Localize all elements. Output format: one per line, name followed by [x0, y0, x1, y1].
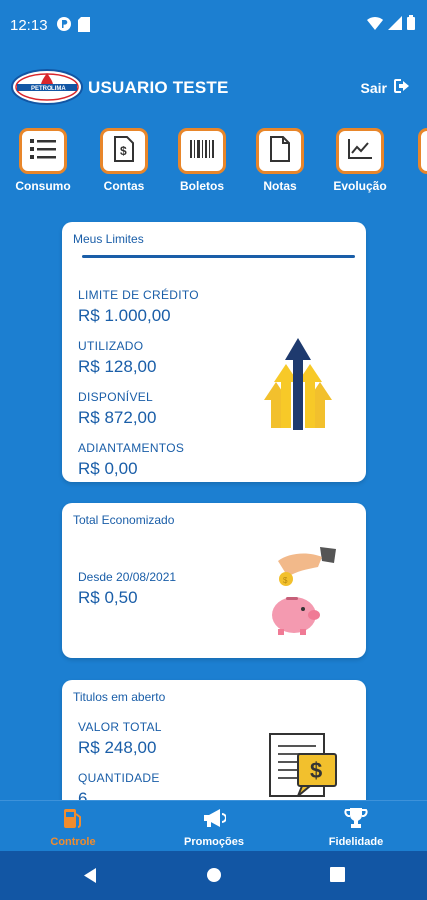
since-date-label: Desde 20/08/2021 — [78, 570, 177, 584]
fuel-pump-icon — [62, 809, 84, 833]
menu-label: Contas — [103, 179, 145, 193]
total-value-label: VALOR TOTAL — [78, 720, 162, 734]
nav-label: Fidelidade — [328, 836, 384, 848]
used-label: UTILIZADO — [78, 339, 144, 353]
bottom-nav: Controle Promoções Fidelidade — [0, 800, 427, 851]
svg-text:$: $ — [310, 758, 322, 783]
menu-item-consumo[interactable]: Consumo — [3, 128, 83, 193]
nav-item-promocoes[interactable]: Promoções — [144, 807, 284, 848]
nav-label: Controle — [50, 836, 96, 848]
logout-button[interactable]: Sair — [361, 78, 411, 97]
card-divider — [82, 255, 355, 258]
growth-arrows-icon — [264, 338, 332, 437]
menu-item-ve[interactable]: Ve — [402, 128, 427, 193]
logo: PETRO LIMA — [11, 67, 83, 107]
invoice-icon: $ — [114, 135, 134, 167]
status-bar: 12:13 — [0, 0, 427, 52]
system-navigation-bar — [0, 851, 427, 900]
svg-text:LIMA: LIMA — [51, 86, 66, 92]
svg-text:$: $ — [120, 144, 127, 158]
document-icon — [270, 135, 290, 167]
list-icon — [30, 138, 56, 165]
megaphone-icon — [202, 809, 227, 833]
card-title: Titulos em aberto — [73, 690, 166, 704]
used-value: R$ 128,00 — [78, 357, 157, 376]
barcode-icon — [189, 138, 215, 165]
user-name: USUARIO TESTE — [88, 78, 229, 97]
menu-label: Ve — [402, 179, 427, 193]
home-icon[interactable] — [206, 867, 222, 888]
menu-item-contas[interactable]: $ Contas — [84, 128, 164, 193]
piggy-bank-icon: $ — [270, 545, 338, 644]
menu-item-notas[interactable]: Notas — [240, 128, 320, 193]
available-value: R$ 872,00 — [78, 408, 157, 427]
svg-text:PETRO: PETRO — [31, 86, 52, 92]
menu-label: Boletos — [179, 179, 224, 193]
signal-icon — [388, 15, 402, 34]
p-circle-icon — [56, 16, 72, 36]
advances-label: ADIANTAMENTOS — [78, 441, 185, 455]
quantity-label: QUANTIDADE — [78, 771, 160, 785]
app-header: PETRO LIMA USUARIO TESTE Sair — [0, 62, 427, 112]
card-title: Meus Limites — [73, 232, 144, 246]
menu-label: Evolução — [333, 179, 387, 193]
recents-icon[interactable] — [330, 867, 345, 887]
nav-label: Promoções — [184, 836, 244, 848]
sim-card-icon — [78, 16, 90, 36]
available-label: DISPONÍVEL — [78, 390, 154, 404]
wifi-icon — [367, 16, 383, 34]
back-icon[interactable] — [82, 867, 98, 889]
status-time: 12:13 — [10, 17, 48, 34]
nav-item-controle[interactable]: Controle — [3, 807, 143, 848]
chart-icon — [347, 138, 373, 165]
menu-item-evolucao[interactable]: Evolução — [320, 128, 400, 193]
nav-item-fidelidade[interactable]: Fidelidade — [286, 807, 426, 848]
card-title: Total Economizado — [73, 513, 175, 527]
savings-card[interactable]: Total Economizado Desde 20/08/2021 R$ 0,… — [62, 503, 366, 658]
menu-item-boletos[interactable]: Boletos — [162, 128, 242, 193]
menu-label: Consumo — [15, 179, 71, 193]
credit-limit-label: LIMITE DE CRÉDITO — [78, 288, 199, 302]
credit-limit-value: R$ 1.000,00 — [78, 306, 171, 325]
quick-menu: Consumo $ Contas Boletos Notas Evolução — [0, 128, 427, 198]
advances-value: R$ 0,00 — [78, 459, 138, 478]
limits-card[interactable]: Meus Limites LIMITE DE CRÉDITO R$ 1.000,… — [62, 222, 366, 482]
invoice-dollar-icon: $ — [268, 732, 338, 805]
logout-icon — [393, 78, 411, 97]
savings-value: R$ 0,50 — [78, 588, 138, 607]
trophy-icon — [344, 808, 368, 833]
svg-text:$: $ — [283, 576, 288, 585]
total-value: R$ 248,00 — [78, 738, 157, 757]
open-titles-card[interactable]: Titulos em aberto VALOR TOTAL R$ 248,00 … — [62, 680, 366, 820]
logout-label: Sair — [360, 79, 387, 96]
menu-label: Notas — [263, 179, 297, 193]
battery-icon — [407, 15, 415, 34]
